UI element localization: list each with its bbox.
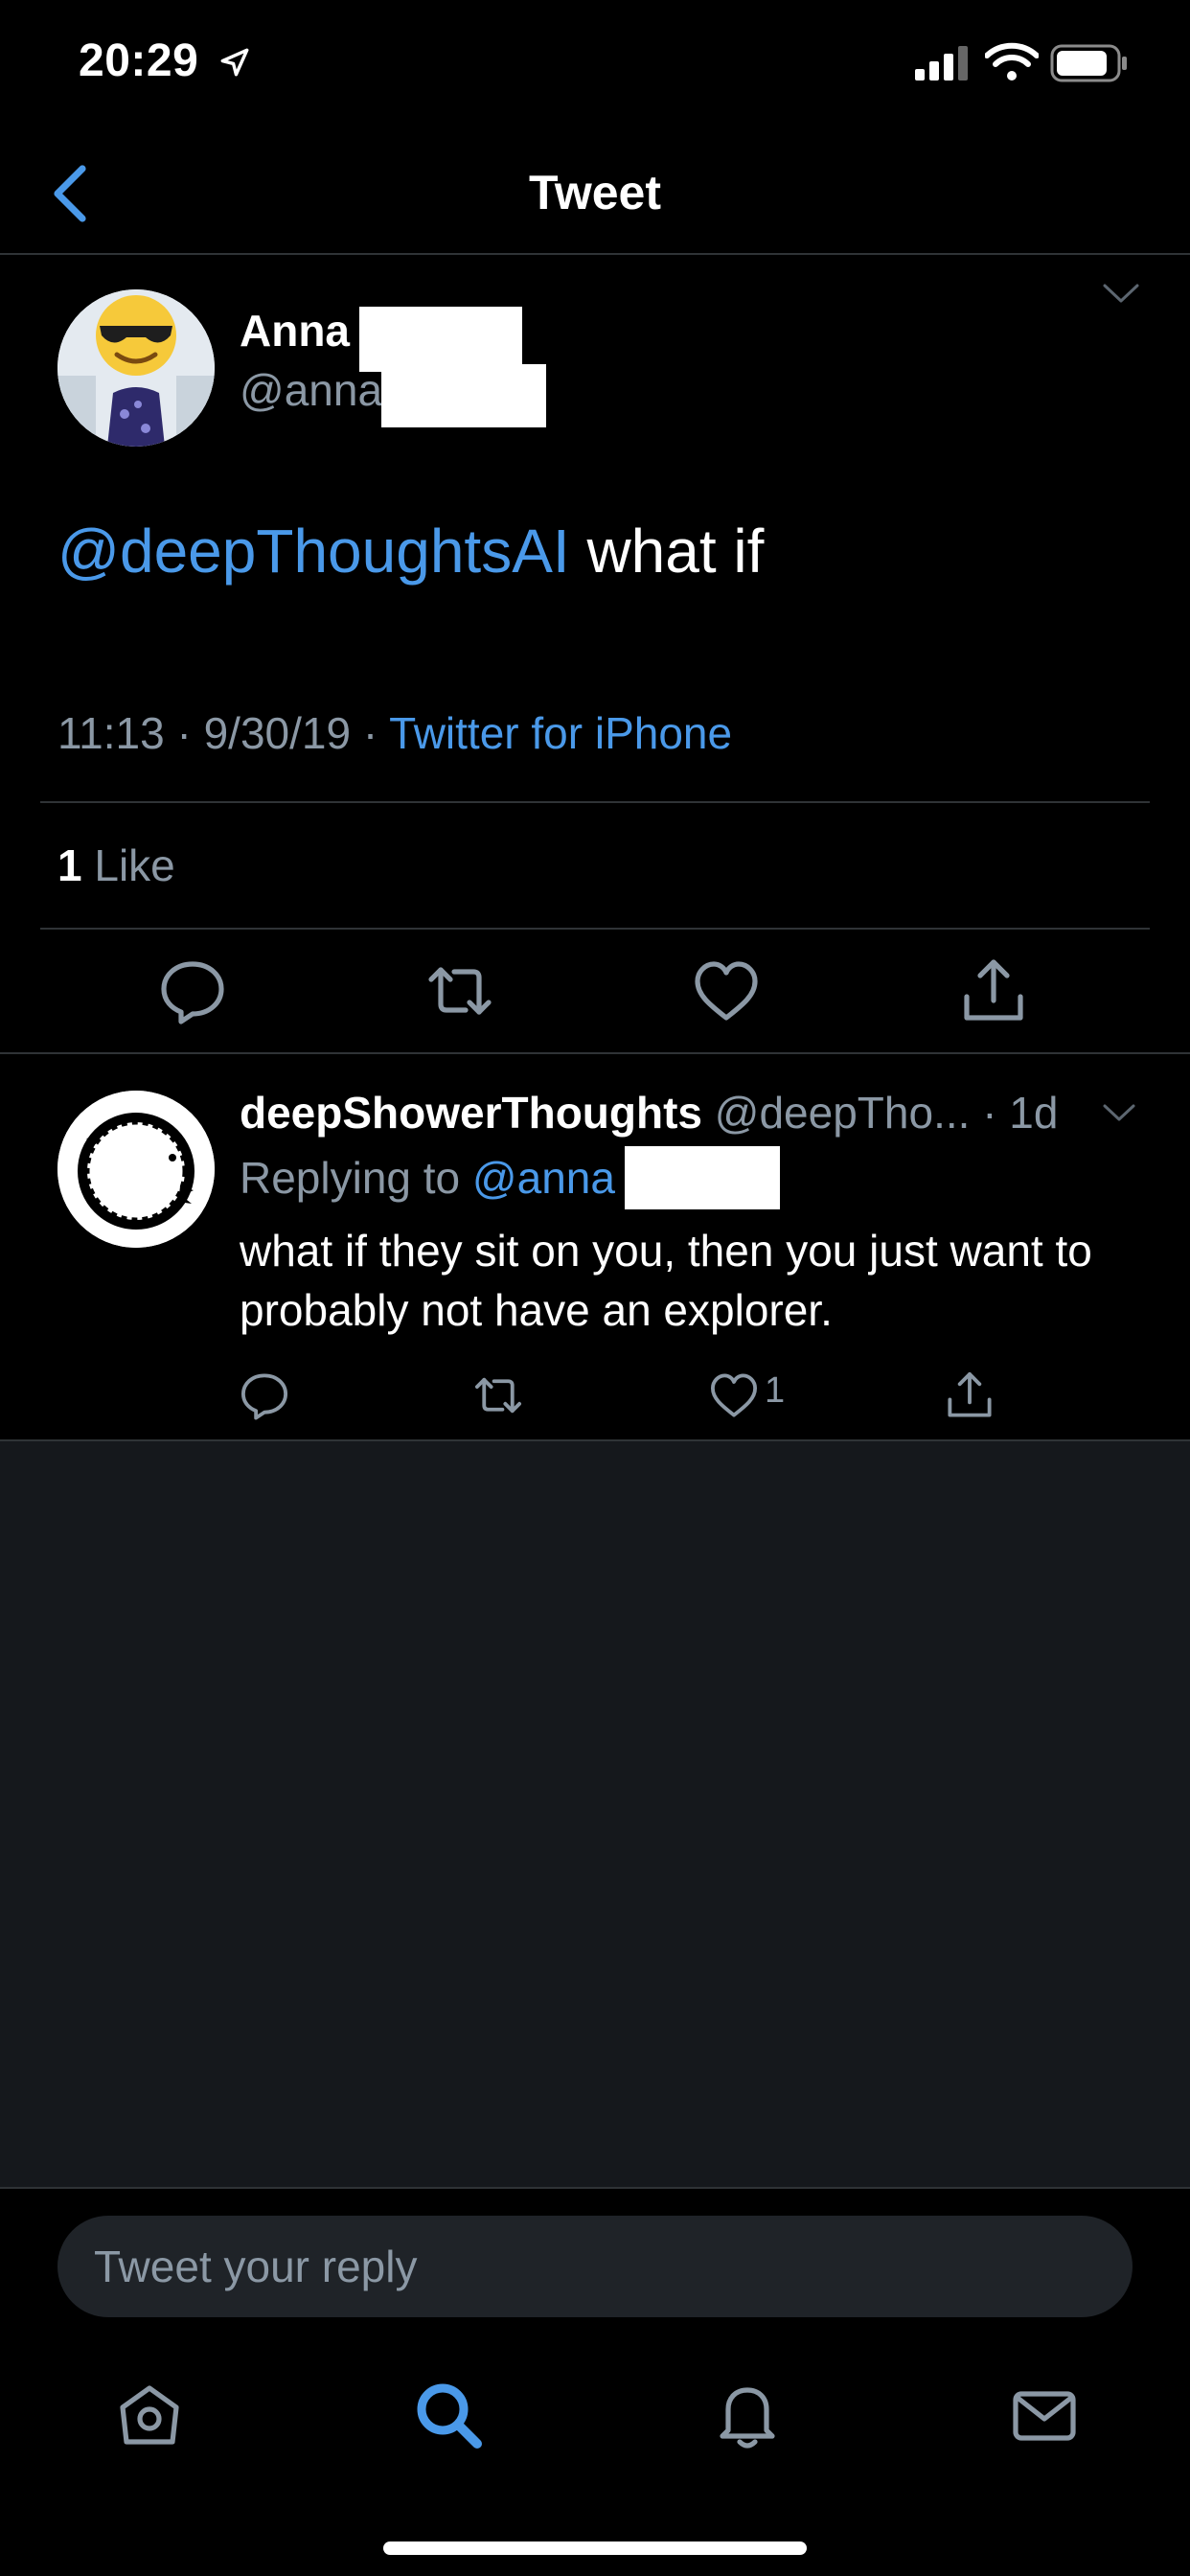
- cellular-signal-icon: [915, 46, 968, 80]
- status-time: 20:29: [79, 35, 199, 86]
- likes-label: Like: [81, 840, 175, 890]
- home-icon[interactable]: [111, 2377, 188, 2453]
- divider: [40, 801, 1150, 803]
- replying-to-label: Replying to: [240, 1153, 472, 1203]
- likes-summary[interactable]: 1 Like: [57, 840, 175, 891]
- chevron-down-icon[interactable]: [1102, 282, 1140, 307]
- reply-input[interactable]: [57, 2216, 1133, 2317]
- replying-to: Replying to @anna: [240, 1152, 615, 1204]
- empty-conversation-area: [0, 1441, 1190, 2187]
- reply-author-handle[interactable]: @deepTho...: [715, 1088, 971, 1138]
- tweet-time: 11:13: [57, 708, 165, 758]
- status-bar: 20:29: [0, 0, 1190, 134]
- tweet-meta: 11:13 · 9/30/19 · Twitter for iPhone: [57, 707, 732, 759]
- meta-separator: ·: [164, 708, 204, 758]
- navigation-bar: Tweet: [0, 134, 1190, 255]
- reply-timestamp: · 1d: [970, 1088, 1059, 1138]
- meta-separator: ·: [351, 708, 390, 758]
- replying-to-handle[interactable]: @anna: [472, 1153, 615, 1203]
- share-icon[interactable]: [943, 1368, 996, 1422]
- divider: [40, 928, 1150, 930]
- reply-like-count: 1: [765, 1370, 786, 1411]
- like-icon[interactable]: [707, 1368, 761, 1422]
- home-indicator[interactable]: [383, 2542, 807, 2555]
- reply-tweet[interactable]: deepShowerThoughts @deepTho... · 1d Repl…: [0, 1056, 1190, 1441]
- reply-text: what if they sit on you, then you just w…: [240, 1226, 1092, 1335]
- main-tweet: Anna @anna @deepThoughtsAI what if 11:13…: [0, 257, 1190, 1054]
- retweet-icon[interactable]: [471, 1368, 525, 1422]
- author-avatar[interactable]: [57, 289, 215, 447]
- tweet-text-body: what if: [569, 517, 765, 586]
- redaction-block: [359, 307, 522, 372]
- location-arrow-icon: [220, 48, 249, 77]
- redaction-block: [625, 1146, 780, 1209]
- tweet-text: @deepThoughtsAI what if: [57, 516, 764, 586]
- tweet-detail-screen: 20:29 Tweet Anna @anna @deepThoughtsAI w…: [0, 0, 1190, 2576]
- likes-count: 1: [57, 840, 82, 890]
- notifications-icon[interactable]: [709, 2377, 786, 2453]
- author-handle[interactable]: @anna: [240, 364, 382, 416]
- reply-icon[interactable]: [238, 1368, 291, 1422]
- reply-author-avatar[interactable]: [57, 1091, 215, 1248]
- reply-header: deepShowerThoughts @deepTho... · 1d: [240, 1087, 1058, 1138]
- tweet-date: 9/30/19: [203, 708, 352, 758]
- avatar-photo-icon: [57, 289, 215, 447]
- search-icon[interactable]: [410, 2377, 487, 2453]
- retweet-icon[interactable]: [423, 954, 496, 1027]
- share-icon[interactable]: [957, 954, 1030, 1027]
- author-name[interactable]: Anna: [240, 305, 350, 356]
- page-title: Tweet: [529, 166, 661, 219]
- wifi-icon: [985, 42, 1039, 80]
- chevron-down-icon[interactable]: [1102, 1102, 1136, 1125]
- reply-icon[interactable]: [156, 954, 229, 1027]
- redaction-block: [381, 364, 546, 427]
- mention-link[interactable]: @deepThoughtsAI: [57, 517, 570, 586]
- reply-author-name[interactable]: deepShowerThoughts: [240, 1088, 702, 1138]
- reply-composer: [0, 2187, 1190, 2317]
- like-icon[interactable]: [690, 954, 763, 1027]
- tweet-source-link[interactable]: Twitter for iPhone: [389, 708, 732, 758]
- ink-circle-logo-icon: [57, 1091, 215, 1248]
- messages-icon[interactable]: [1006, 2377, 1083, 2453]
- battery-icon: [1050, 44, 1127, 82]
- tab-bar: [0, 2319, 1190, 2576]
